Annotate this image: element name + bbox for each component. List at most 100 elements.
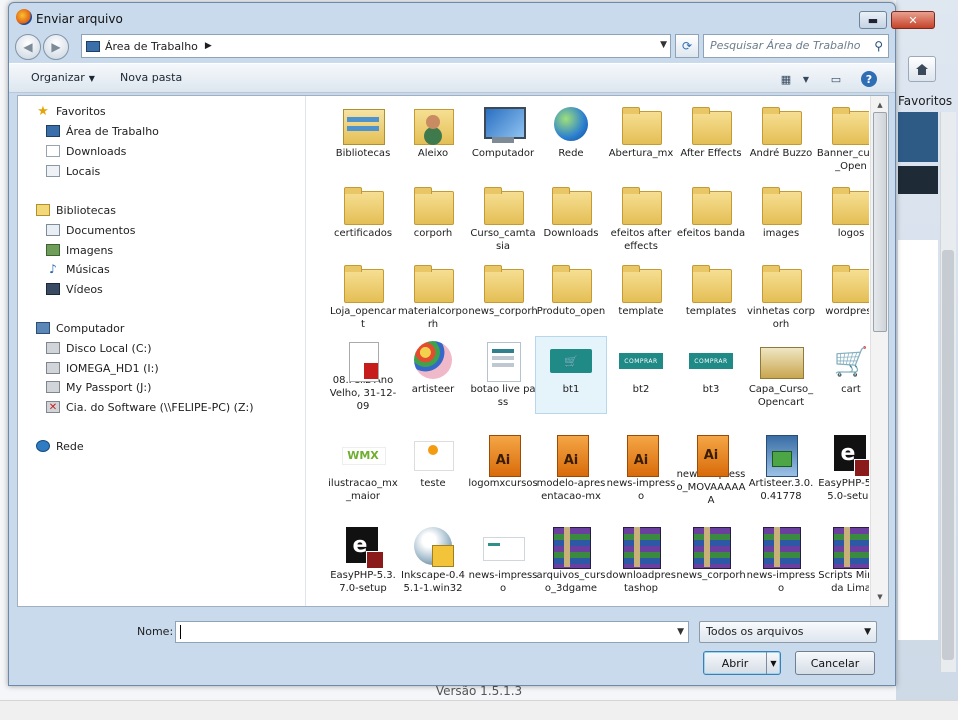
- view-options-icon[interactable]: ▦: [777, 70, 795, 88]
- file-list-scrollbar[interactable]: ▲ ▼: [870, 96, 888, 606]
- open-button[interactable]: Abrir ▼: [703, 651, 781, 675]
- file-item[interactable]: Scripts Miranda Lima: [815, 522, 869, 600]
- file-item[interactable]: Aleixo: [397, 100, 469, 178]
- file-item[interactable]: downloadprestashop: [605, 522, 677, 600]
- nav-favorites[interactable]: ★ Favoritos: [36, 102, 105, 120]
- file-item[interactable]: Abertura_mx: [605, 100, 677, 178]
- drive-icon: [46, 342, 60, 354]
- nav-item-drive-j[interactable]: My Passport (J:): [46, 378, 151, 396]
- file-item[interactable]: Ai logomxcursos: [467, 430, 539, 508]
- organize-label: Organizar: [31, 71, 85, 84]
- refresh-button[interactable]: ⟳: [675, 34, 699, 58]
- filename-input[interactable]: ▼: [175, 621, 689, 643]
- address-bar[interactable]: Área de Trabalho ▶ ▼: [81, 34, 671, 58]
- text-caret: [180, 625, 181, 639]
- forward-button[interactable]: ▶: [43, 34, 69, 60]
- chevron-down-icon[interactable]: ▼: [766, 652, 780, 674]
- file-item[interactable]: COMPRAR bt2: [605, 336, 677, 414]
- nav-network[interactable]: Rede: [36, 437, 84, 455]
- chevron-down-icon[interactable]: ▼: [677, 622, 684, 642]
- file-item[interactable]: After Effects: [675, 100, 747, 178]
- nav-item-pictures[interactable]: Imagens: [46, 241, 113, 259]
- scroll-down-icon[interactable]: ▼: [873, 590, 887, 604]
- close-button[interactable]: ✕: [891, 11, 935, 29]
- file-item[interactable]: template: [605, 258, 677, 336]
- file-item[interactable]: efeitos after effects: [605, 180, 677, 258]
- folder-icon: [828, 183, 869, 227]
- nav-item-documents[interactable]: Documentos: [46, 221, 135, 239]
- folder-icon: [340, 183, 386, 227]
- file-item[interactable]: Ai modelo-apresentacao-mx: [535, 430, 607, 508]
- nav-item-recent[interactable]: Locais: [46, 162, 100, 180]
- file-item[interactable]: Ai news-impresso: [605, 430, 677, 508]
- file-item[interactable]: Rede: [535, 100, 607, 178]
- file-item[interactable]: eEasyPHP-5.3.5.0-setup: [815, 430, 869, 508]
- file-item[interactable]: wordpress: [815, 258, 869, 336]
- file-item[interactable]: vinhetas corporh: [745, 258, 817, 336]
- nav-item-desktop[interactable]: Área de Trabalho: [46, 122, 159, 140]
- file-item[interactable]: news_corporh: [467, 258, 539, 336]
- file-label: materialcorporh: [398, 306, 468, 330]
- file-item[interactable]: logos: [815, 180, 869, 258]
- breadcrumb[interactable]: Área de Trabalho: [105, 40, 198, 53]
- file-item[interactable]: teste: [397, 430, 469, 508]
- file-item[interactable]: botao live pass: [467, 336, 539, 414]
- file-item[interactable]: 🛒 cart: [815, 336, 869, 414]
- file-item[interactable]: e EasyPHP-5.3.7.0-setup: [327, 522, 399, 600]
- chevron-down-icon[interactable]: ▼: [660, 40, 667, 50]
- file-item[interactable]: news-impresso: [745, 522, 817, 600]
- nav-item-drive-c[interactable]: Disco Local (C:): [46, 339, 152, 357]
- file-item[interactable]: corporh: [397, 180, 469, 258]
- minimize-button[interactable]: ▬: [859, 11, 887, 29]
- nav-item-videos[interactable]: Vídeos: [46, 280, 103, 298]
- nav-libraries[interactable]: Bibliotecas: [36, 201, 116, 219]
- file-item[interactable]: templates: [675, 258, 747, 336]
- search-icon[interactable]: ⚲: [874, 35, 883, 57]
- file-item[interactable]: COMPRAR bt3: [675, 336, 747, 414]
- chevron-right-icon[interactable]: ▶: [205, 41, 212, 51]
- file-item[interactable]: Capa_Curso_Opencart: [745, 336, 817, 414]
- file-item[interactable]: Loja_opencart: [327, 258, 399, 336]
- file-item[interactable]: images: [745, 180, 817, 258]
- file-item[interactable]: arquivos_curso_3dgame: [535, 522, 607, 600]
- favorites-menu[interactable]: Favoritos: [898, 94, 952, 108]
- file-item-selected[interactable]: 🛒 bt1: [535, 336, 607, 414]
- dialog-content: ★ Favoritos Área de Trabalho Downloads Lo…: [17, 95, 889, 607]
- chevron-down-icon[interactable]: ▼: [797, 70, 815, 88]
- back-button[interactable]: ◀: [15, 34, 41, 60]
- file-item[interactable]: Produto_open: [535, 258, 607, 336]
- preview-pane-icon[interactable]: ▭: [827, 70, 845, 88]
- nav-item-music[interactable]: ♪ Músicas: [46, 260, 110, 278]
- search-input[interactable]: Pesquisar Área de Trabalho ⚲: [703, 34, 889, 58]
- scrollbar-thumb[interactable]: [873, 112, 887, 332]
- file-item[interactable]: Banner_curso_Open: [815, 100, 869, 178]
- file-item[interactable]: news-impresso: [467, 522, 539, 600]
- file-item[interactable]: André Buzzo: [745, 100, 817, 178]
- file-item[interactable]: Artisteer.3.0.0.41778: [745, 430, 817, 508]
- help-icon[interactable]: ?: [861, 71, 877, 87]
- nav-item-downloads[interactable]: Downloads: [46, 142, 126, 160]
- file-item[interactable]: 08.Feliz Ano Velho, 31-12-09: [327, 336, 399, 414]
- file-item[interactable]: materialcorporh: [397, 258, 469, 336]
- file-item[interactable]: efeitos banda: [675, 180, 747, 258]
- cancel-button[interactable]: Cancelar: [795, 651, 875, 675]
- page-scrollbar[interactable]: [940, 112, 956, 672]
- home-icon[interactable]: [908, 56, 936, 82]
- file-item[interactable]: artisteer: [397, 336, 469, 414]
- file-item[interactable]: Downloads: [535, 180, 607, 258]
- file-item[interactable]: certificados: [327, 180, 399, 258]
- new-folder-button[interactable]: Nova pasta: [120, 71, 182, 84]
- file-item[interactable]: Bibliotecas: [327, 100, 399, 178]
- file-item[interactable]: Curso_camtasia: [467, 180, 539, 258]
- file-item[interactable]: Computador: [467, 100, 539, 178]
- file-type-select[interactable]: Todos os arquivos ▼: [699, 621, 877, 643]
- nav-computer[interactable]: Computador: [36, 319, 124, 337]
- nav-item-drive-i[interactable]: IOMEGA_HD1 (I:): [46, 359, 159, 377]
- file-item[interactable]: WMX ilustracao_mx_maior: [327, 430, 399, 508]
- file-item[interactable]: news_corporh: [675, 522, 747, 600]
- scroll-up-icon[interactable]: ▲: [873, 98, 887, 112]
- file-item[interactable]: Ai news-impresso_MOVAAAAAA: [675, 430, 747, 508]
- file-item[interactable]: Inkscape-0.45.1-1.win32: [397, 522, 469, 600]
- nav-item-drive-z[interactable]: ✕ Cia. do Software (\\FELIPE-PC) (Z:): [46, 398, 254, 416]
- organize-button[interactable]: Organizar ▼: [31, 71, 95, 84]
